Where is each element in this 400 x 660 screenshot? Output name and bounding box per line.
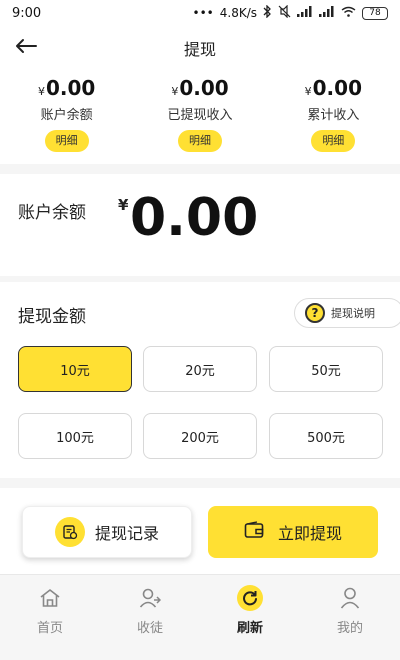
amount-option-100[interactable]: 100元: [18, 413, 132, 459]
explanation-label: 提现说明: [331, 307, 375, 320]
section-divider: [0, 478, 400, 488]
page-title: 提现: [183, 40, 216, 59]
home-icon: [37, 585, 63, 611]
summary-amount: ¥ 0.00: [171, 76, 228, 100]
amount-option-10[interactable]: 10元: [18, 346, 132, 392]
status-time: 9:00: [12, 5, 42, 21]
network-speed: 4.8K/s: [219, 6, 257, 20]
summary-total-income: ¥ 0.00 累计收入 明细: [267, 76, 400, 160]
summary-amount: ¥ 0.00: [38, 76, 95, 100]
currency-symbol: ¥: [37, 85, 45, 98]
wallet-icon: [244, 521, 264, 543]
signal-2-icon: [319, 6, 335, 20]
action-buttons: 提现记录 立即提现: [0, 488, 400, 572]
question-icon: ?: [305, 303, 325, 323]
refresh-icon-bg: [237, 585, 263, 611]
tab-label: 收徒: [136, 621, 163, 636]
summary-label: 账户余额: [40, 108, 93, 123]
currency-symbol: ¥: [171, 85, 179, 98]
wifi-icon: [341, 6, 356, 20]
status-bar: 9:00 ••• 4.8K/s 78: [0, 0, 400, 26]
summary-label: 已提现收入: [167, 108, 233, 123]
tab-recruit[interactable]: 收徒: [100, 575, 200, 660]
arrow-left-icon: [15, 38, 37, 58]
amount-option-200[interactable]: 200元: [143, 413, 257, 459]
currency-symbol: ¥: [304, 85, 312, 98]
summary-value: 0.00: [45, 76, 96, 100]
summary-account-balance: ¥ 0.00 账户余额 明细: [0, 76, 133, 160]
detail-button[interactable]: 明细: [44, 130, 89, 152]
refresh-icon: [237, 585, 263, 611]
detail-button[interactable]: 明细: [311, 130, 356, 152]
balance-label: 账户余额: [18, 203, 86, 223]
tab-home[interactable]: 首页: [0, 575, 100, 660]
amount-option-500[interactable]: 500元: [269, 413, 383, 459]
withdraw-label: 立即提现: [277, 524, 342, 543]
record-label: 提现记录: [94, 524, 159, 543]
amount-option-50[interactable]: 50元: [269, 346, 383, 392]
add-user-icon: [137, 585, 163, 611]
summary-value: 0.00: [312, 76, 362, 100]
tab-label: 我的: [336, 621, 363, 636]
tab-label: 首页: [36, 621, 63, 636]
notification-dots: •••: [192, 6, 214, 20]
mute-icon: [278, 4, 291, 21]
status-indicators: ••• 4.8K/s 78: [192, 4, 388, 21]
tab-label: 刷新: [236, 621, 263, 636]
withdraw-record-button[interactable]: 提现记录: [22, 506, 192, 558]
summary-label: 累计收入: [307, 108, 360, 123]
balance-section: 账户余额 ¥ 0.00: [0, 174, 400, 276]
bottom-tab-bar: 首页 收徒 刷新 我的: [0, 574, 400, 660]
section-divider: [0, 164, 400, 174]
back-button[interactable]: [12, 34, 40, 62]
tab-refresh[interactable]: 刷新: [200, 575, 300, 660]
detail-button[interactable]: 明细: [177, 130, 222, 152]
balance-currency: ¥: [118, 196, 129, 214]
bluetooth-icon: [263, 4, 272, 21]
record-icon: [54, 517, 85, 547]
withdraw-now-button[interactable]: 立即提现: [208, 506, 378, 558]
balance-amount: 0.00: [130, 188, 259, 248]
profile-icon: [337, 585, 363, 611]
amount-title: 提现金额: [18, 307, 86, 327]
income-summary: ¥ 0.00 账户余额 明细 ¥ 0.00 已提现收入 明细 ¥ 0.00 累计…: [0, 76, 400, 160]
signal-icon: [297, 6, 313, 20]
summary-withdrawn-income: ¥ 0.00 已提现收入 明细: [133, 76, 266, 160]
battery-indicator: 78: [362, 6, 388, 20]
withdraw-explanation-button[interactable]: ? 提现说明: [294, 298, 400, 328]
summary-amount: ¥ 0.00: [305, 76, 362, 100]
withdraw-amount-section: 提现金额 ? 提现说明 10元 20元 50元 100元 200元 500元: [0, 282, 400, 478]
nav-bar: 提现: [0, 30, 400, 66]
summary-value: 0.00: [179, 76, 229, 100]
tab-profile[interactable]: 我的: [300, 575, 400, 660]
amount-option-20[interactable]: 20元: [143, 346, 257, 392]
